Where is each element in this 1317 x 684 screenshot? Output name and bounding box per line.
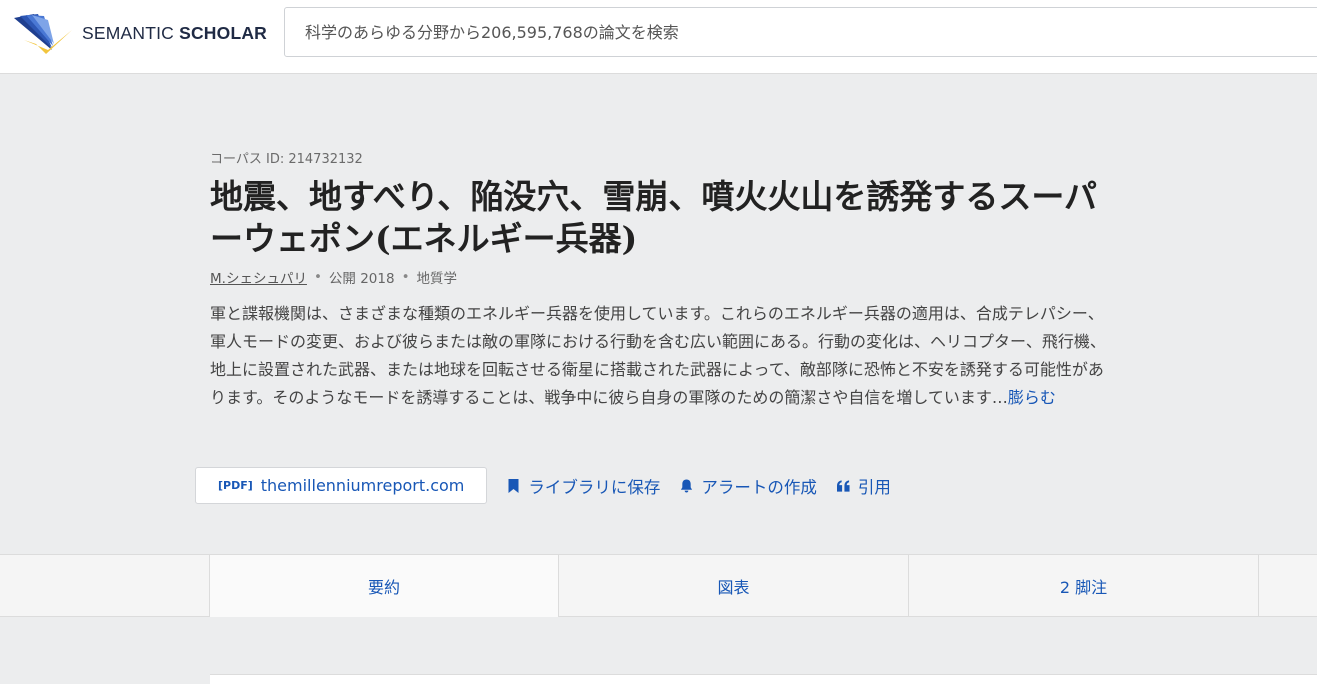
corpus-id: コーパス ID: 214732132 xyxy=(210,152,363,167)
pdf-source: themillenniumreport.com xyxy=(260,476,465,495)
save-to-library-button[interactable]: ライブラリに保存 xyxy=(507,474,660,498)
logo-text: SEMANTIC SCHOLAR xyxy=(82,22,268,43)
meta-separator: • xyxy=(313,269,322,285)
tab-figures[interactable]: 図表 xyxy=(559,555,909,617)
paper-tabs: 要約 図表 2 脚注 xyxy=(0,554,1317,617)
save-label: ライブラリに保存 xyxy=(528,477,661,497)
publish-year: 公開 2018 xyxy=(328,271,395,287)
alert-label: アラートの作成 xyxy=(701,477,817,497)
abstract-text: 軍と諜報機関は、さまざまな種類のエネルギー兵器を使用しています。これらのエネルギ… xyxy=(210,300,1110,412)
content-card xyxy=(210,674,1317,684)
quote-icon xyxy=(836,479,850,492)
bell-icon xyxy=(681,479,693,492)
meta-separator: • xyxy=(401,269,410,285)
tab-footnotes[interactable]: 2 脚注 xyxy=(909,555,1259,617)
author-link[interactable]: M.シェシュパリ xyxy=(210,267,307,287)
semantic-scholar-logo[interactable]: SEMANTIC SCHOLAR xyxy=(12,10,272,56)
pdf-tag: [PDF] xyxy=(218,479,253,492)
logo-book-icon xyxy=(14,14,72,54)
tab-abstract[interactable]: 要約 xyxy=(209,555,559,617)
bookmark-icon xyxy=(508,478,519,493)
search-input[interactable] xyxy=(284,7,1317,57)
cite-button[interactable]: 引用 xyxy=(836,474,891,498)
create-alert-button[interactable]: アラートの作成 xyxy=(680,474,817,498)
pdf-link-button[interactable]: [PDF] themillenniumreport.com xyxy=(195,467,488,504)
paper-header: コーパス ID: 214732132 地震、地すべり、陥没穴、雪崩、噴火火山を誘… xyxy=(0,75,1317,553)
top-header: SEMANTIC SCHOLAR xyxy=(0,0,1317,74)
content-area xyxy=(0,618,1317,684)
paper-meta: M.シェシュパリ • 公開 2018 • 地質学 xyxy=(210,267,457,287)
paper-title: 地震、地すべり、陥没穴、雪崩、噴火火山を誘発するスーパーウェポン(エネルギー兵器… xyxy=(210,177,1098,258)
expand-abstract-link[interactable]: 膨らむ xyxy=(1008,388,1056,407)
paper-actions: [PDF] themillenniumreport.com ライブラリに保存 ア… xyxy=(195,467,891,504)
abstract-body: 軍と諜報機関は、さまざまな種類のエネルギー兵器を使用しています。これらのエネルギ… xyxy=(210,304,1106,407)
cite-label: 引用 xyxy=(857,477,891,497)
field-of-study: 地質学 xyxy=(416,271,458,287)
